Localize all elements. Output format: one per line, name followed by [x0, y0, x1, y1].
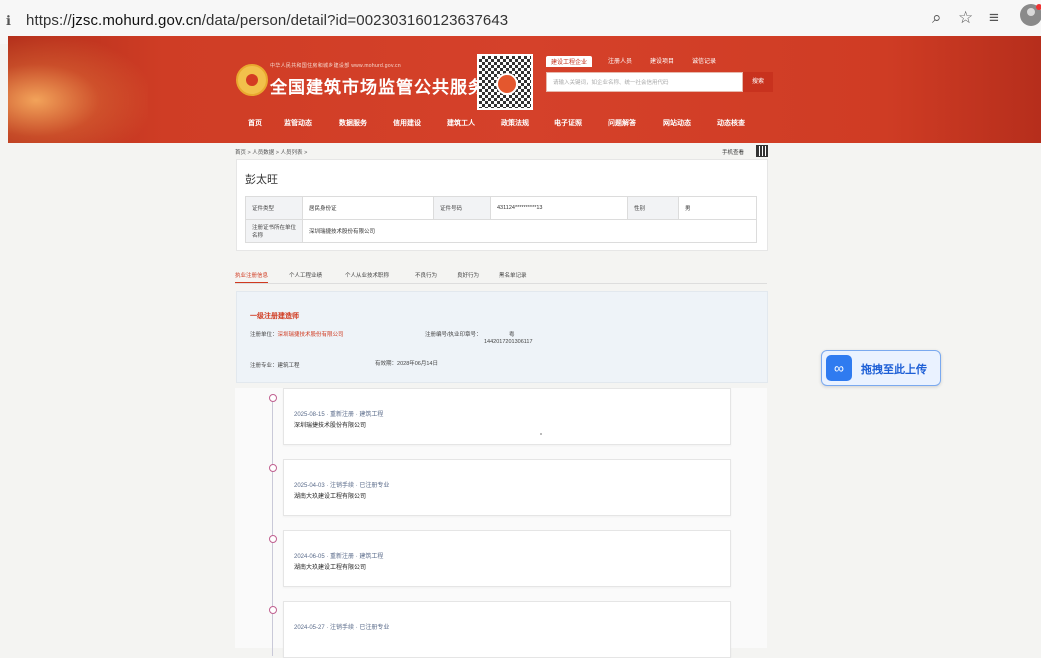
breadcrumb[interactable]: 首页 > 人员数据 > 人员列表 >	[235, 148, 307, 156]
timeline-date: 2025-04-03 · 注销手续 · 已注册专业	[294, 483, 390, 489]
site-subtitle: 中华人民共和国住房和城乡建设部 www.mohurd.gov.cn	[270, 63, 401, 69]
timeline-dot	[269, 535, 277, 543]
valid-date-value: 2028年06月14日	[397, 361, 438, 367]
id-number-value: 431124**********13	[490, 196, 628, 220]
scan-speck	[540, 433, 542, 435]
address-bar[interactable]: https://jzsc.mohurd.gov.cn/data/person/d…	[26, 12, 508, 29]
mobile-view-link[interactable]: 手机查看	[722, 148, 744, 156]
search-input[interactable]: 请输入关键词，如企业名称、统一社会信用代码	[546, 72, 743, 92]
national-emblem-icon	[236, 64, 268, 96]
valid-date-row: 有效期：2028年06月14日	[375, 359, 438, 367]
reg-unit-row: 注册单位：深圳瑞捷技术股份有限公司	[250, 330, 344, 338]
timeline-company: 湖南大玖建设工程有限公司	[294, 565, 367, 571]
notification-dot	[1036, 4, 1041, 10]
search-tab-project[interactable]: 建设项目	[650, 56, 674, 65]
zoom-icon[interactable]: ⌕	[932, 8, 942, 28]
reg-unit-label: 注册单位：	[250, 332, 278, 338]
timeline-date: 2025-08-15 · 重新注册 · 建筑工程	[294, 412, 384, 418]
info-icon[interactable]: ℹ	[6, 13, 11, 29]
qr-icon[interactable]	[756, 145, 768, 157]
search-tab-personnel[interactable]: 注册人员	[608, 56, 632, 65]
banner-decoration	[8, 36, 148, 143]
nav-dynamic-check[interactable]: 动态核查	[717, 118, 745, 128]
timeline-dot	[269, 606, 277, 614]
search-tab-credit[interactable]: 诚信记录	[692, 56, 716, 65]
nav-credit[interactable]: 信用建设	[393, 118, 421, 128]
registration-card: 一级注册建造师 注册单位：深圳瑞捷技术股份有限公司 注册编号/执业印章号： 粤 …	[236, 291, 768, 383]
id-type-value: 居民身份证	[302, 196, 434, 220]
cert-number-value: 1442017201306117	[484, 339, 533, 345]
qr-code-icon	[477, 54, 533, 110]
tab-technical-title[interactable]: 个人从业技术职称	[345, 271, 389, 279]
tab-bad-behavior[interactable]: 不良行为	[415, 271, 437, 279]
timeline-item: 2024-06-05 · 重新注册 · 建筑工程 湖南大玖建设工程有限公司	[283, 530, 731, 587]
cert-province: 粤	[509, 332, 515, 338]
timeline-company: 湖南大玖建设工程有限公司	[294, 494, 367, 500]
reg-major-row: 注册专业：建筑工程	[250, 361, 300, 369]
reg-unit-label: 注册证书所在单位名称	[245, 219, 303, 243]
tab-registration[interactable]: 执业注册信息	[235, 271, 269, 283]
url-host: jzsc.mohurd.gov.cn	[71, 12, 202, 29]
cloud-link-icon: ∞	[826, 355, 852, 381]
drag-upload-button[interactable]: ∞ 拖拽至此上传	[821, 350, 941, 386]
search-tab-enterprise[interactable]: 建设工程企业	[546, 56, 593, 67]
registration-title: 一级注册建造师	[250, 313, 299, 320]
gender-value: 男	[678, 196, 757, 220]
reg-unit-value[interactable]: 深圳瑞捷技术股份有限公司	[302, 219, 757, 243]
tab-project-performance[interactable]: 个人工程业绩	[289, 271, 322, 279]
nav-faq[interactable]: 问题解答	[608, 118, 636, 128]
cert-number-label: 注册编号/执业印章号：	[425, 332, 482, 338]
upload-label: 拖拽至此上传	[861, 364, 927, 376]
search-placeholder: 请输入关键词，如企业名称、统一社会信用代码	[553, 80, 669, 86]
main-nav: 首页 监管动态 数据服务 信用建设 建筑工人 政策法规 电子证照 问题解答 网站…	[236, 118, 776, 136]
favorites-icon[interactable]: ≡	[989, 8, 999, 28]
person-name: 彭太旺	[245, 173, 278, 186]
valid-date-label: 有效期：	[375, 361, 398, 367]
timeline-company: 深圳瑞捷技术股份有限公司	[294, 423, 367, 429]
url-prefix: https://	[26, 12, 72, 29]
person-info-card: 彭太旺 证件类型 居民身份证 证件号码 431124**********13 性…	[236, 159, 768, 251]
nav-workers[interactable]: 建筑工人	[447, 118, 475, 128]
timeline-line	[272, 396, 273, 656]
person-info-table: 证件类型 居民身份证 证件号码 431124**********13 性别 男 …	[245, 196, 757, 243]
url-path: /data/person/detail?id=00230316012363764…	[201, 12, 509, 29]
timeline-date: 2024-05-27 · 注销手续 · 已注册专业	[294, 625, 390, 631]
reg-unit-link[interactable]: 深圳瑞捷技术股份有限公司	[278, 332, 344, 338]
timeline-item: 2025-08-15 · 重新注册 · 建筑工程 深圳瑞捷技术股份有限公司	[283, 388, 731, 445]
search-button[interactable]: 搜索	[743, 72, 773, 92]
person-detail-page: 首页 > 人员数据 > 人员列表 > 手机查看 彭太旺 证件类型 居民身份证 证…	[235, 143, 768, 658]
nav-site-news[interactable]: 网站动态	[663, 118, 691, 128]
nav-data-service[interactable]: 数据服务	[339, 118, 367, 128]
detail-tabs: 执业注册信息 个人工程业绩 个人从业技术职称 不良行为 良好行为 黑名单记录	[235, 269, 767, 284]
id-number-label: 证件号码	[433, 196, 491, 220]
nav-home[interactable]: 首页	[248, 118, 262, 128]
timeline-item: 2025-04-03 · 注销手续 · 已注册专业 湖南大玖建设工程有限公司	[283, 459, 731, 516]
nav-e-license[interactable]: 电子证照	[554, 118, 582, 128]
nav-policy[interactable]: 政策法规	[501, 118, 529, 128]
cert-number-row: 注册编号/执业印章号： 粤 1442017201306117	[425, 330, 533, 345]
tab-good-behavior[interactable]: 良好行为	[457, 271, 479, 279]
gender-label: 性别	[627, 196, 679, 220]
timeline-date: 2024-06-05 · 重新注册 · 建筑工程	[294, 554, 384, 560]
reg-major-label: 注册专业：	[250, 363, 278, 369]
timeline-dot	[269, 464, 277, 472]
star-icon[interactable]: ☆	[958, 8, 973, 28]
registration-timeline: 2025-08-15 · 重新注册 · 建筑工程 深圳瑞捷技术股份有限公司 20…	[235, 388, 767, 658]
id-type-label: 证件类型	[245, 196, 303, 220]
timeline-item: 2024-05-27 · 注销手续 · 已注册专业	[283, 601, 731, 658]
timeline-dot	[269, 394, 277, 402]
nav-regulatory-news[interactable]: 监管动态	[284, 118, 312, 128]
tab-blacklist[interactable]: 黑名单记录	[499, 271, 527, 279]
reg-major-value: 建筑工程	[277, 363, 300, 369]
